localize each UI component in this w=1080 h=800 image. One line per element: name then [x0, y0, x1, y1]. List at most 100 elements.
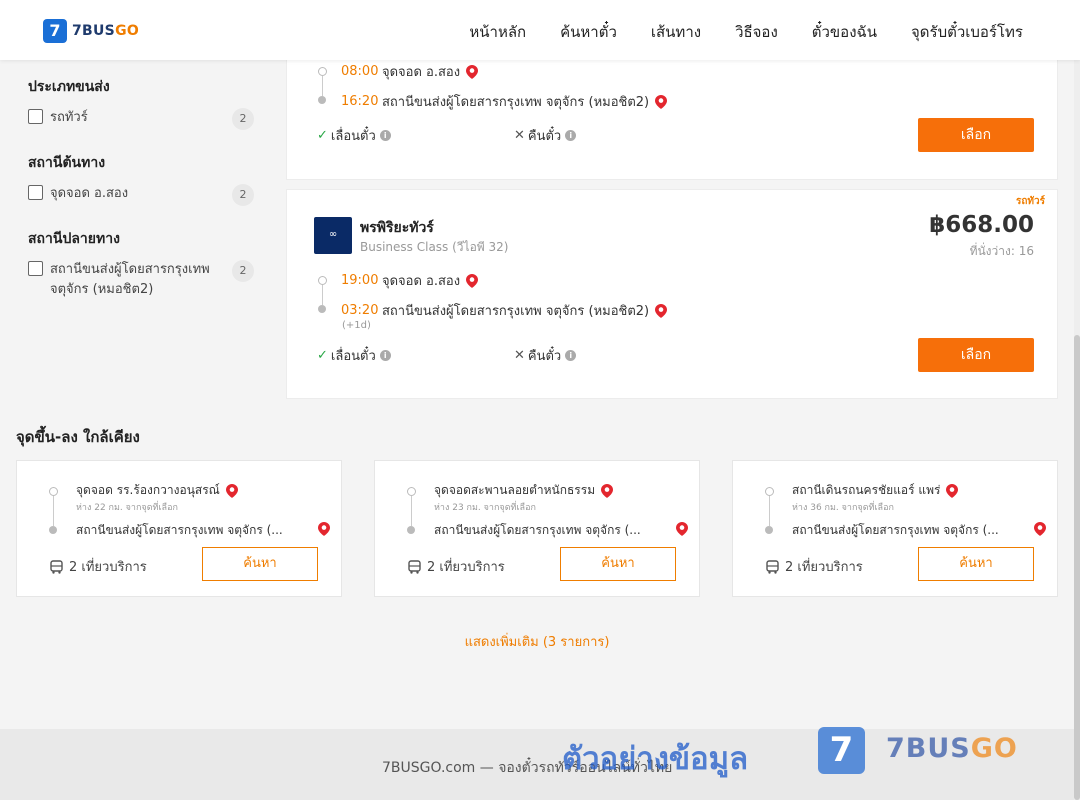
trip-count-label: 2 เที่ยวบริการ	[427, 560, 505, 575]
map-pin-icon[interactable]	[466, 64, 479, 79]
timeline-start-dot	[318, 276, 327, 285]
timeline-end-dot	[318, 305, 326, 313]
nearby-trip-count: 2 เที่ยวบริการ	[50, 556, 147, 577]
map-pin-icon[interactable]	[1034, 522, 1046, 536]
info-icon[interactable]: i	[565, 130, 577, 141]
filter-title: สถานีต้นทาง	[28, 155, 106, 171]
nav-home[interactable]: หน้าหลัก	[469, 20, 526, 44]
nearby-card: จุดจอดสะพานลอยตำหนักธรรม ห่าง 23 กม. จาก…	[374, 460, 700, 597]
trip-count-label: 2 เที่ยวบริการ	[69, 560, 147, 575]
nearby-origin-name: สถานีเดินรถนครชัยแอร์ แพร่	[792, 483, 941, 497]
map-pin-icon[interactable]	[655, 303, 668, 318]
map-pin-icon[interactable]	[601, 483, 614, 498]
nearby-search-button[interactable]: ค้นหา	[202, 547, 318, 581]
nearby-distance: ห่าง 23 กม. จากจุดที่เลือก	[434, 503, 536, 513]
policy-label: เลื่อนตั๋ว	[330, 349, 376, 364]
nearby-origin: สถานีเดินรถนครชัยแอร์ แพร่	[792, 481, 959, 500]
map-pin-icon[interactable]	[676, 522, 688, 536]
departure-name: จุดจอด อ.สอง	[382, 65, 461, 80]
departure-time: 08:00	[341, 64, 379, 79]
logo-wordmark: 7BUSGO	[72, 23, 140, 39]
cross-icon: ✕	[514, 348, 525, 363]
nearby-card: จุดจอด รร.ร้องกวางอนุสรณ์ ห่าง 22 กม. จา…	[16, 460, 342, 597]
filter-option[interactable]: สถานีขนส่งผู้โดยสารกรุงเทพ จตุจักร (หมอช…	[28, 260, 254, 300]
next-day-indicator: (+1d)	[342, 320, 371, 331]
nav-search-tickets[interactable]: ค้นหาตั๋ว	[560, 20, 617, 44]
nav-my-tickets[interactable]: ตั๋วของฉัน	[812, 20, 877, 44]
seats-available: ที่นั่งว่าง: 16	[969, 244, 1034, 258]
timeline-line	[322, 285, 323, 305]
nav-routes[interactable]: เส้นทาง	[651, 20, 701, 44]
trip-card: 08:00 จุดจอด อ.สอง 16:20 สถานีขนส่งผู้โด…	[286, 40, 1058, 180]
map-pin-icon[interactable]	[318, 522, 330, 536]
filter-title: สถานีปลายทาง	[28, 231, 120, 247]
filter-checkbox[interactable]	[28, 261, 43, 276]
bus-class: Business Class (วีไอพี 32)	[360, 240, 509, 254]
map-pin-icon[interactable]	[225, 483, 238, 498]
arrival-name: สถานีขนส่งผู้โดยสารกรุงเทพ จตุจักร (หมอช…	[382, 95, 650, 110]
timeline-start-dot	[765, 487, 774, 496]
bus-icon	[408, 559, 421, 574]
info-icon[interactable]: i	[379, 130, 391, 141]
nav-how-to-book[interactable]: วิธีจอง	[735, 20, 778, 44]
filter-transport-type: ประเภทขนส่ง รถทัวร์ 2	[28, 76, 254, 130]
filter-count-badge: 2	[232, 260, 254, 282]
policy-label: คืนตั๋ว	[527, 349, 562, 364]
filter-count-badge: 2	[232, 108, 254, 130]
nearby-search-button[interactable]: ค้นหา	[918, 547, 1034, 581]
select-trip-button[interactable]: เลือก	[918, 338, 1034, 372]
infinity-icon: ∞	[328, 229, 338, 240]
filter-origin: สถานีต้นทาง จุดจอด อ.สอง 2	[28, 152, 254, 206]
arrival-time: 03:20	[341, 303, 379, 318]
logo-mark: 7	[43, 19, 67, 43]
nearby-destination-name: สถานีขนส่งผู้โดยสารกรุงเทพ จตุจักร (...	[792, 523, 999, 537]
departure-stop: 19:00 จุดจอด อ.สอง	[341, 270, 479, 291]
info-icon[interactable]: i	[565, 350, 577, 361]
policy-refund: ✕ คืนตั๋ว i	[514, 125, 577, 146]
info-icon[interactable]: i	[379, 350, 391, 361]
map-pin-icon[interactable]	[946, 483, 959, 498]
watermark-logo-mark: 7	[818, 727, 865, 774]
nearby-origin-name: จุดจอดสะพานลอยตำหนักธรรม	[434, 483, 596, 497]
filter-label: สถานีขนส่งผู้โดยสารกรุงเทพ จตุจักร (หมอช…	[50, 262, 210, 297]
arrival-name: สถานีขนส่งผู้โดยสารกรุงเทพ จตุจักร (หมอช…	[382, 304, 650, 319]
nearby-trip-count: 2 เที่ยวบริการ	[408, 556, 505, 577]
timeline-line	[769, 496, 770, 526]
select-trip-button[interactable]: เลือก	[918, 118, 1034, 152]
nearby-trip-count: 2 เที่ยวบริการ	[766, 556, 863, 577]
timeline-start-dot	[49, 487, 58, 496]
top-header: 7 7BUSGO หน้าหลัก ค้นหาตั๋ว เส้นทาง วิธี…	[0, 0, 1080, 60]
timeline-start-dot	[407, 487, 416, 496]
filter-sidebar: ประเภทขนส่ง รถทัวร์ 2 สถานีต้นทาง จุดจอด…	[28, 76, 254, 322]
transport-tag: รถทัวร์	[1015, 196, 1045, 207]
nearby-destination: สถานีขนส่งผู้โดยสารกรุงเทพ จตุจักร (...	[792, 521, 1046, 540]
filter-checkbox[interactable]	[28, 185, 43, 200]
filter-checkbox[interactable]	[28, 109, 43, 124]
nearby-distance: ห่าง 22 กม. จากจุดที่เลือก	[76, 503, 178, 513]
main-nav: หน้าหลัก ค้นหาตั๋ว เส้นทาง วิธีจอง ตั๋วข…	[435, 20, 1023, 44]
timeline-line	[53, 496, 54, 526]
show-more-link[interactable]: แสดงเพิ่มเติม (3 รายการ)	[0, 631, 1074, 652]
filter-option[interactable]: จุดจอด อ.สอง 2	[28, 184, 254, 206]
nearby-distance: ห่าง 36 กม. จากจุดที่เลือก	[792, 503, 894, 513]
filter-destination: สถานีปลายทาง สถานีขนส่งผู้โดยสารกรุงเทพ …	[28, 228, 254, 300]
nearby-destination: สถานีขนส่งผู้โดยสารกรุงเทพ จตุจักร (...	[434, 521, 688, 540]
departure-name: จุดจอด อ.สอง	[382, 274, 461, 289]
site-logo[interactable]: 7 7BUSGO	[43, 19, 139, 43]
map-pin-icon[interactable]	[466, 273, 479, 288]
timeline-line	[411, 496, 412, 526]
filter-label: จุดจอด อ.สอง	[50, 186, 129, 201]
filter-option[interactable]: รถทัวร์ 2	[28, 108, 254, 130]
scrollbar-thumb[interactable]	[1074, 335, 1080, 800]
check-icon: ✓	[317, 128, 328, 143]
timeline-end-dot	[318, 96, 326, 104]
timeline-end-dot	[765, 526, 773, 534]
departure-stop: 08:00 จุดจอด อ.สอง	[341, 61, 479, 82]
nav-ticket-points[interactable]: จุดรับตั๋วเบอร์โทร	[911, 20, 1023, 44]
nearby-search-button[interactable]: ค้นหา	[560, 547, 676, 581]
map-pin-icon[interactable]	[655, 94, 668, 109]
trip-count-label: 2 เที่ยวบริการ	[785, 560, 863, 575]
timeline-start-dot	[318, 67, 327, 76]
departure-time: 19:00	[341, 273, 379, 288]
operator-logo: ∞	[314, 217, 352, 254]
